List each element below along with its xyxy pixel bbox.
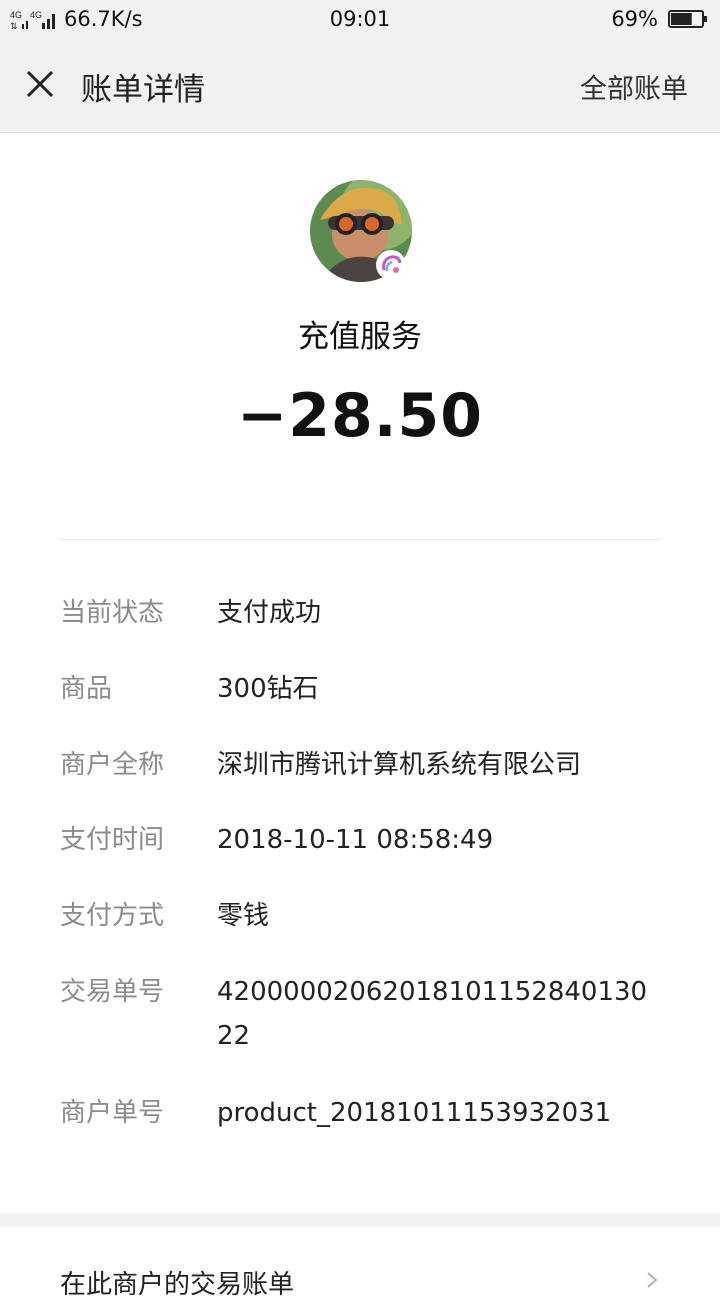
detail-value: product_20181011153932031 (217, 1098, 612, 1128)
merchant-name: 充值服务 (298, 319, 422, 355)
chevron-right-icon (647, 1272, 658, 1288)
all-bills-link[interactable]: 全部账单 (580, 67, 688, 106)
bill-detail-content: 充值服务 −28.50 当前状态 支付成功 商品 300钻石 商户全称 深圳市腾… (0, 133, 720, 1213)
transaction-amount: −28.50 (236, 381, 484, 451)
detail-label: 当前状态 (60, 598, 165, 628)
detail-label: 商品 (60, 674, 113, 704)
detail-label: 商户全称 (60, 750, 165, 780)
divider (60, 539, 660, 540)
nav-bar: 账单详情 全部账单 (0, 40, 720, 133)
section-gap (0, 1213, 720, 1227)
detail-value: 300钻石 (217, 674, 319, 704)
game-badge-icon (376, 250, 406, 280)
detail-label: 商户单号 (60, 1098, 165, 1128)
battery-percent: 69% (611, 7, 658, 31)
battery-icon (668, 10, 707, 28)
detail-value: 2018-10-11 08:58:49 (217, 825, 494, 855)
detail-value: 支付成功 (217, 598, 322, 628)
merchant-bills-link[interactable]: 在此商户的交易账单 (0, 1227, 720, 1300)
detail-value: 零钱 (217, 901, 270, 931)
status-bar: 4G ⇅ 4G 66.7K/s 09:01 69% (0, 0, 720, 40)
detail-label: 交易单号 (60, 977, 165, 1007)
detail-label: 支付时间 (60, 825, 165, 855)
detail-label: 支付方式 (60, 901, 165, 931)
merchant-bills-label: 在此商户的交易账单 (60, 1270, 295, 1300)
detail-value: 4200000206201810115284013022 (217, 977, 648, 1051)
close-icon[interactable] (20, 64, 60, 104)
page-title: 账单详情 (81, 72, 205, 108)
detail-value: 深圳市腾讯计算机系统有限公司 (217, 750, 582, 780)
